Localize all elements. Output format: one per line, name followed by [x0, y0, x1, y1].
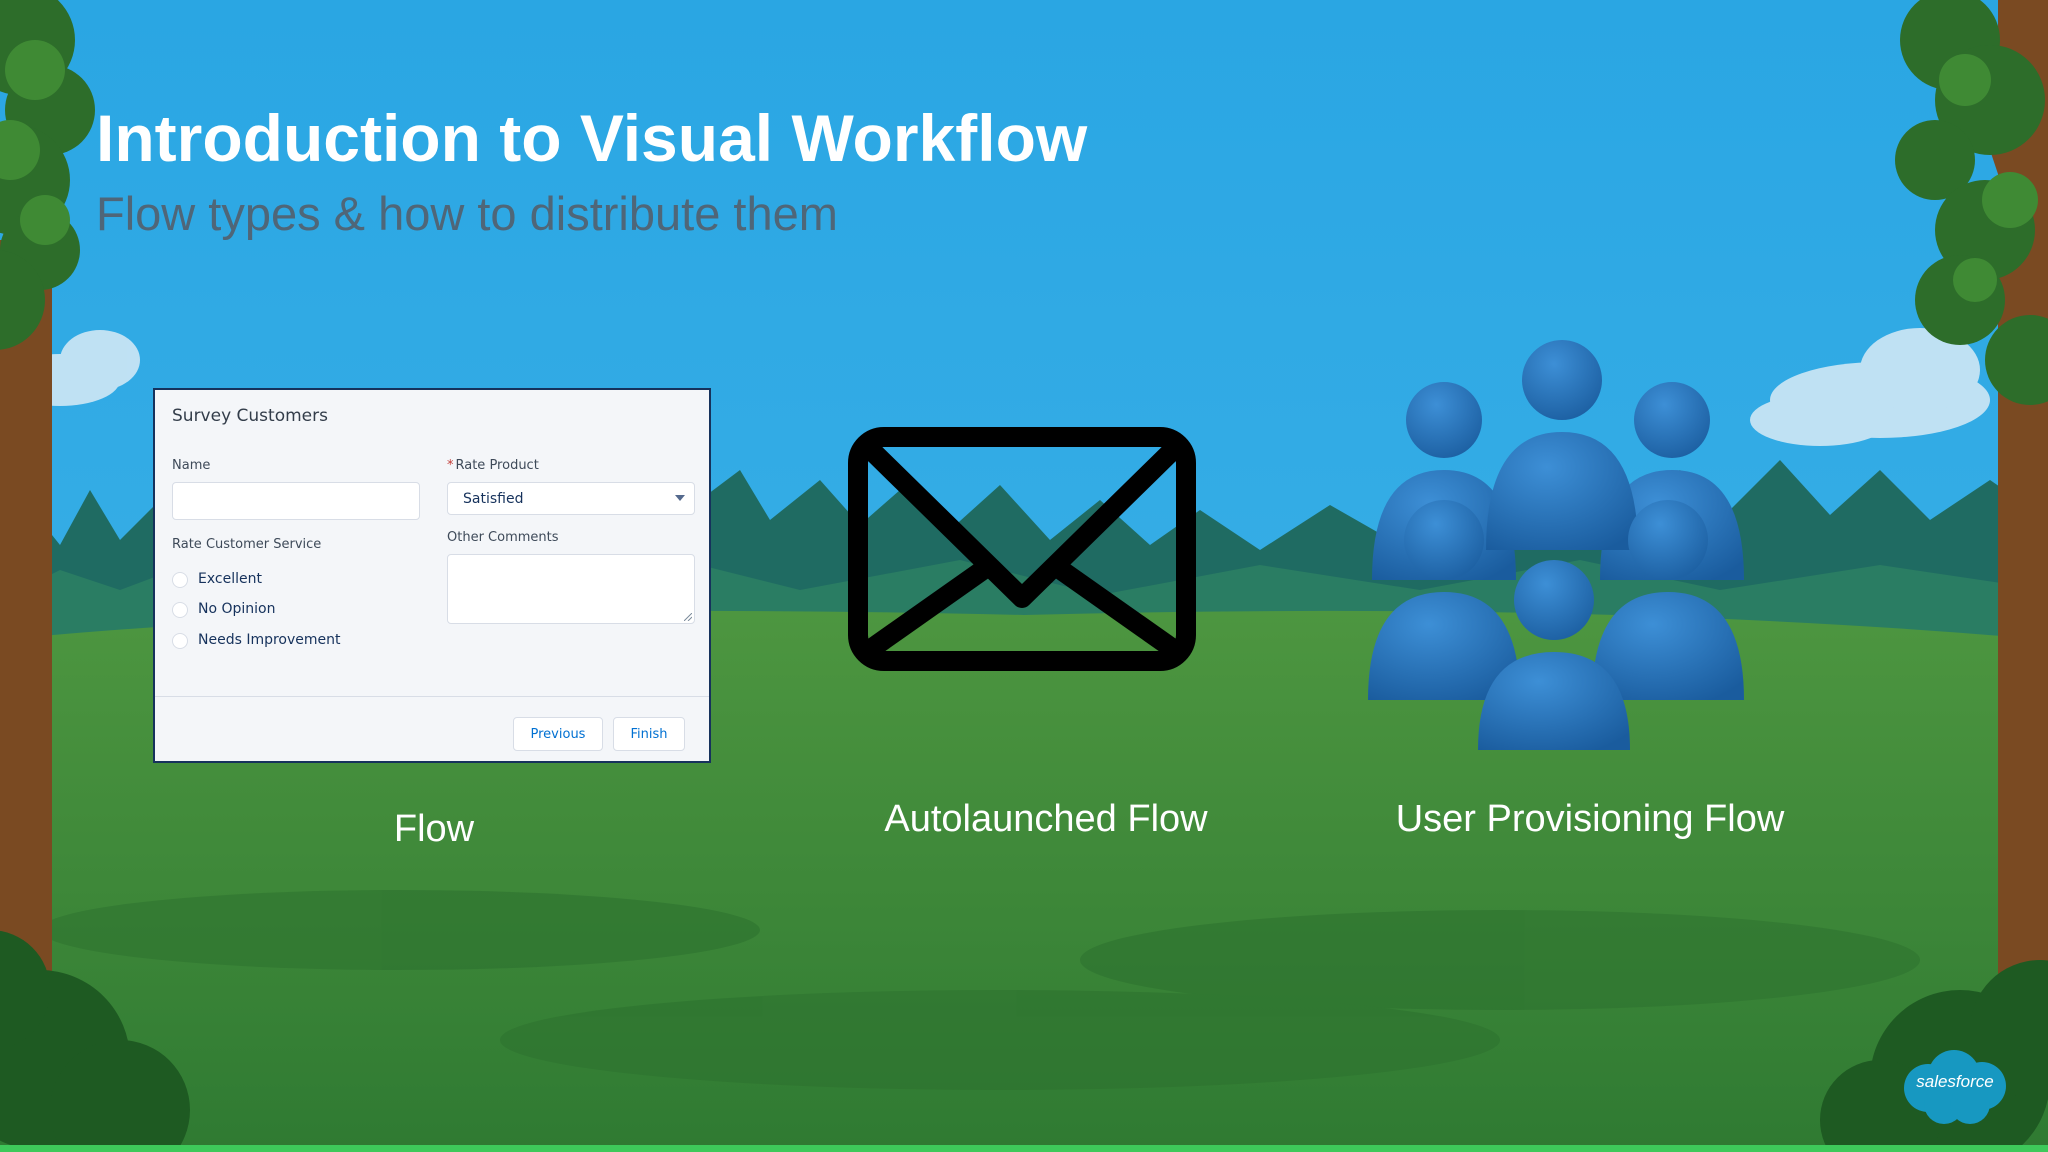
slide-title: Introduction to Visual Workflow: [96, 101, 1088, 175]
rate-product-label-text: Rate Product: [455, 458, 539, 473]
caption-user-provisioning-flow: User Provisioning Flow: [1395, 798, 1785, 840]
name-label: Name: [172, 458, 211, 473]
chevron-down-icon: [675, 495, 685, 501]
radio-button[interactable]: [172, 633, 188, 649]
radio-label: No Opinion: [198, 601, 276, 617]
rate-product-label: * Rate Product: [447, 458, 539, 473]
slide-subtitle: Flow types & how to distribute them: [96, 187, 838, 240]
rate-product-value: Satisfied: [463, 491, 524, 507]
radio-label: Needs Improvement: [198, 632, 341, 648]
required-mark: *: [447, 458, 454, 473]
survey-title: Survey Customers: [172, 406, 328, 426]
caption-flow: Flow: [393, 808, 475, 850]
survey-form: Survey Customers Name * Rate Product Sati…: [153, 388, 711, 763]
other-comments-textarea[interactable]: [447, 554, 695, 624]
salesforce-logo-text: salesforce: [1916, 1072, 1994, 1091]
radio-button[interactable]: [172, 602, 188, 618]
other-comments-label: Other Comments: [447, 530, 559, 545]
name-input[interactable]: [172, 482, 420, 520]
previous-button[interactable]: Previous: [513, 717, 603, 751]
accent-bar: [0, 1145, 2048, 1152]
rate-service-label: Rate Customer Service: [172, 537, 322, 552]
finish-button[interactable]: Finish: [613, 717, 685, 751]
users-group-icon: [1368, 340, 1744, 750]
rate-product-select[interactable]: Satisfied: [447, 482, 695, 515]
survey-divider: [155, 696, 709, 697]
radio-label: Excellent: [198, 571, 262, 587]
caption-autolaunched-flow: Autolaunched Flow: [884, 798, 1208, 840]
radio-button[interactable]: [172, 572, 188, 588]
resize-grip-icon[interactable]: [684, 613, 692, 621]
